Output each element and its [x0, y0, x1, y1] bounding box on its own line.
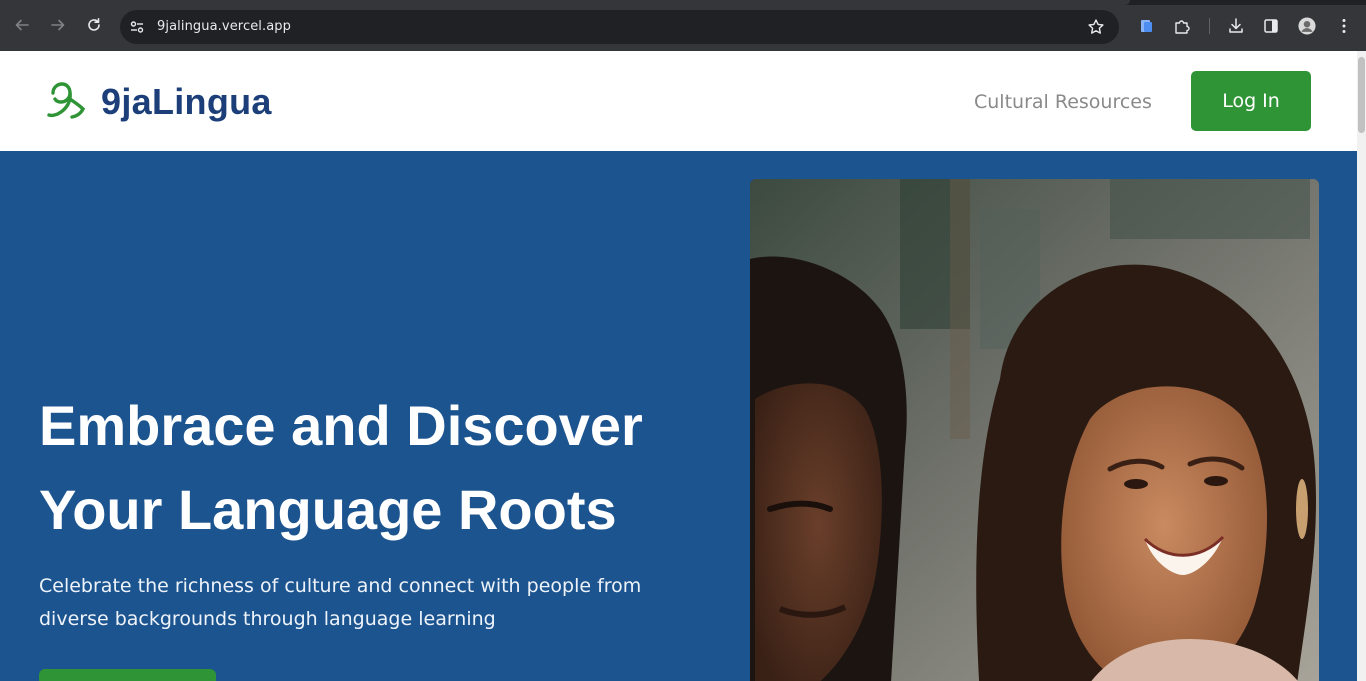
- site-info-icon[interactable]: [129, 19, 145, 35]
- scrollbar-thumb[interactable]: [1358, 57, 1365, 133]
- hero-title: Embrace and Discover Your Language Roots: [39, 394, 643, 541]
- page-scrollbar[interactable]: [1357, 51, 1366, 681]
- nav-link-cultural-resources[interactable]: Cultural Resources: [974, 91, 1152, 113]
- download-icon[interactable]: [1227, 17, 1245, 35]
- bookmark-star-icon[interactable]: [1087, 18, 1105, 36]
- menu-kebab-icon[interactable]: [1335, 17, 1353, 35]
- logo-icon[interactable]: [44, 79, 88, 123]
- browser-toolbar: 9jalingua.vercel.app: [0, 0, 1366, 51]
- address-bar[interactable]: 9jalingua.vercel.app: [120, 10, 1119, 44]
- side-panel-icon[interactable]: [1262, 17, 1280, 35]
- url-text[interactable]: 9jalingua.vercel.app: [157, 19, 291, 34]
- extensions-puzzle-icon[interactable]: [1173, 17, 1191, 35]
- hero-section: Embrace and Discover Your Language Roots…: [0, 151, 1357, 681]
- forward-icon[interactable]: [47, 14, 69, 36]
- hero-photo: [750, 179, 1319, 681]
- site-header: 9jaLingua Cultural Resources Log In: [0, 51, 1357, 151]
- web-page: 9jaLingua Cultural Resources Log In Embr…: [0, 51, 1366, 681]
- hero-subtitle: Celebrate the richness of culture and co…: [39, 575, 642, 630]
- hero-photo-illustration: [750, 179, 1319, 681]
- brand-name[interactable]: 9jaLingua: [101, 81, 272, 123]
- extension-docs-icon[interactable]: [1137, 17, 1155, 35]
- reload-icon[interactable]: [83, 14, 105, 36]
- profile-avatar[interactable]: [1298, 17, 1316, 35]
- toolbar-divider: [1209, 18, 1210, 34]
- back-icon[interactable]: [11, 14, 33, 36]
- hero-cta-button[interactable]: [39, 669, 216, 681]
- login-button[interactable]: Log In: [1191, 71, 1311, 131]
